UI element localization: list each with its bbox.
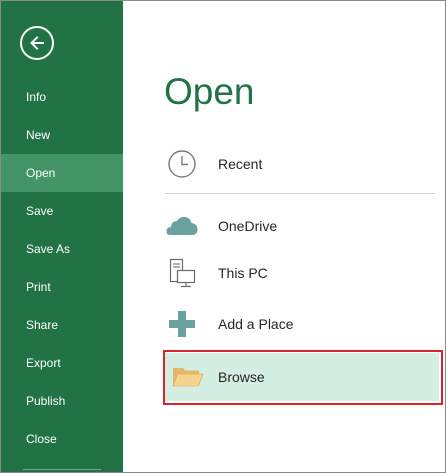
location-label: This PC: [218, 265, 268, 281]
folder-icon: [171, 360, 205, 394]
back-button[interactable]: [20, 26, 54, 60]
browse-button[interactable]: Browse: [165, 353, 439, 401]
location-this-pc[interactable]: This PC: [165, 251, 435, 295]
plus-icon: [165, 307, 199, 341]
location-label: Recent: [218, 156, 263, 172]
nav-item-info[interactable]: Info: [1, 78, 123, 116]
sidebar-divider: [23, 469, 101, 470]
nav-item-new[interactable]: New: [1, 116, 123, 154]
nav-item-close[interactable]: Close: [1, 420, 123, 458]
location-recent[interactable]: Recent: [165, 142, 435, 186]
browse-label: Browse: [218, 369, 265, 385]
location-label: Add a Place: [218, 316, 294, 332]
nav-item-open[interactable]: Open: [1, 154, 123, 192]
computer-icon: [165, 256, 199, 290]
location-label: OneDrive: [218, 218, 278, 234]
nav-item-export[interactable]: Export: [1, 344, 123, 382]
nav-item-print[interactable]: Print: [1, 268, 123, 306]
clock-icon: [165, 147, 199, 181]
page-title: Open: [164, 71, 255, 112]
backstage-sidebar: Info New Open Save Save As Print Share E…: [1, 1, 123, 472]
open-pane: Open Recent OneDrive This PC Add a Place…: [123, 1, 445, 472]
back-arrow-icon: [30, 36, 44, 50]
nav-item-save[interactable]: Save: [1, 192, 123, 230]
nav-item-publish[interactable]: Publish: [1, 382, 123, 420]
nav-item-share[interactable]: Share: [1, 306, 123, 344]
excel-backstage-window: Info New Open Save Save As Print Share E…: [0, 0, 446, 473]
section-divider: [165, 193, 435, 194]
nav-item-save-as[interactable]: Save As: [1, 230, 123, 268]
location-onedrive[interactable]: OneDrive: [165, 204, 435, 248]
cloud-icon: [165, 209, 199, 243]
location-add-a-place[interactable]: Add a Place: [165, 302, 435, 346]
backstage-nav: Info New Open Save Save As Print Share E…: [1, 78, 123, 458]
